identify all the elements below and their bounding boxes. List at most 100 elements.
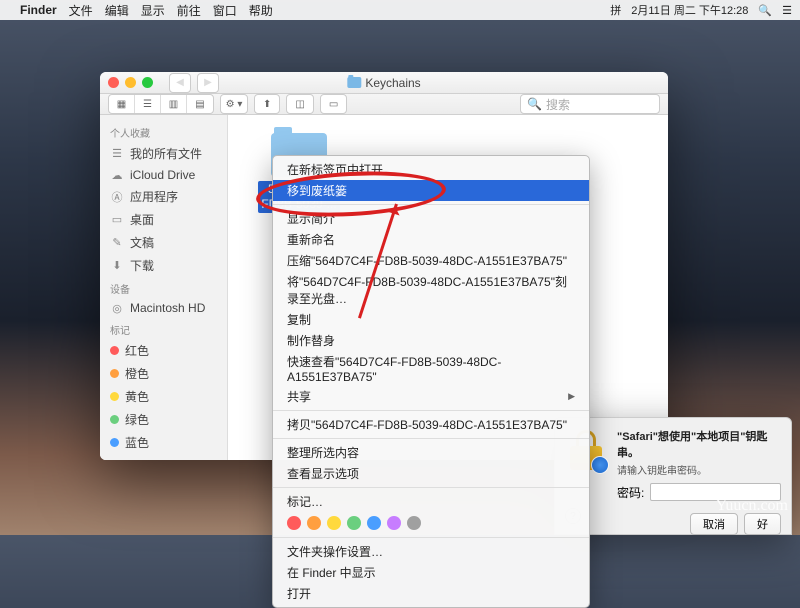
context-menu-item[interactable]: 查看显示选项 (273, 463, 589, 484)
keychain-title: "Safari"想使用"本地项目"钥匙串。 (617, 428, 781, 460)
sidebar-label: iCloud Drive (130, 168, 195, 182)
title-text: Keychains (365, 76, 420, 90)
sidebar-item[interactable]: ▭桌面 (100, 208, 227, 231)
sidebar-tag[interactable]: 黄色 (100, 385, 227, 408)
sidebar-icon: ☰ (110, 147, 124, 160)
close-button[interactable] (108, 77, 119, 88)
back-button[interactable]: ◀ (169, 73, 191, 93)
tag-color[interactable] (307, 516, 321, 530)
app-name[interactable]: Finder (20, 3, 57, 17)
menu-separator (273, 537, 589, 538)
search-input[interactable]: 🔍 搜索 (520, 94, 660, 114)
titlebar: ◀ ▶ Keychains (100, 72, 668, 94)
context-menu: 在新标签页中打开移到废纸篓显示简介重新命名压缩"564D7C4F-FD8B-50… (272, 155, 590, 608)
menu-separator (273, 410, 589, 411)
list-view[interactable]: ☰ (135, 95, 161, 113)
menu-help[interactable]: 帮助 (249, 2, 273, 19)
tags-button[interactable]: ▭ (320, 94, 347, 114)
forward-button[interactable]: ▶ (197, 73, 219, 93)
menu-item-label: 在 Finder 中显示 (287, 564, 376, 581)
icon-view[interactable]: ▦ (109, 95, 135, 113)
sidebar-icon: ☁ (110, 169, 124, 182)
arrange-button[interactable]: ⚙ ▾ (221, 95, 247, 113)
sidebar-tag[interactable]: 红色 (100, 339, 227, 362)
menu-item-label: 拷贝"564D7C4F-FD8B-5039-48DC-A1551E37BA75" (287, 416, 567, 433)
sidebar-item[interactable]: ◎ Macintosh HD (100, 298, 227, 318)
sidebar-label: 下载 (130, 257, 154, 274)
spotlight-icon[interactable]: 🔍 (758, 4, 772, 17)
menubar: Finder 文件 编辑 显示 前往 窗口 帮助 拼 2月11日 周二 下午12… (0, 0, 800, 20)
context-menu-item[interactable]: 标记… (273, 491, 589, 512)
context-menu-item[interactable]: 复制 (273, 309, 589, 330)
sidebar-label: 桌面 (130, 211, 154, 228)
sidebar-label: 应用程序 (130, 188, 178, 205)
arrange-group[interactable]: ⚙ ▾ (220, 94, 248, 114)
sidebar-item[interactable]: ✎文稿 (100, 231, 227, 254)
window-title: Keychains (347, 76, 420, 90)
sidebar: 个人收藏 ☰我的所有文件☁iCloud DriveⒶ应用程序▭桌面✎文稿⬇下载 … (100, 115, 228, 460)
menu-edit[interactable]: 编辑 (105, 2, 129, 19)
tag-color[interactable] (327, 516, 341, 530)
tag-color[interactable] (387, 516, 401, 530)
context-menu-item[interactable]: 制作替身 (273, 330, 589, 351)
menu-item-label: 将"564D7C4F-FD8B-5039-48DC-A1551E37BA75"刻… (287, 273, 575, 307)
devices-header: 设备 (100, 277, 227, 298)
context-menu-item[interactable]: 快速查看"564D7C4F-FD8B-5039-48DC-A1551E37BA7… (273, 351, 589, 386)
sidebar-icon: Ⓐ (110, 189, 124, 205)
gallery-view[interactable]: ▤ (187, 95, 213, 113)
tag-color[interactable] (287, 516, 301, 530)
menu-go[interactable]: 前往 (177, 2, 201, 19)
view-switcher[interactable]: ▦ ☰ ▥ ▤ (108, 94, 214, 114)
favorites-header: 个人收藏 (100, 121, 227, 142)
sidebar-item[interactable]: Ⓐ 应用程序 (100, 185, 227, 208)
context-menu-item[interactable]: 打开 (273, 583, 589, 604)
search-icon: 🔍 (527, 97, 542, 111)
context-menu-item[interactable]: 在 Finder 中显示 (273, 562, 589, 583)
sidebar-tag[interactable]: 橙色 (100, 362, 227, 385)
action-button[interactable]: ⬆ (254, 94, 280, 114)
tag-label: 黄色 (125, 388, 149, 405)
input-method-icon[interactable]: 拼 (610, 2, 621, 18)
tag-label: 红色 (125, 342, 149, 359)
menu-item-label: 制作替身 (287, 332, 335, 349)
context-menu-item[interactable]: 共享▶ (273, 386, 589, 407)
menu-item-label: 查看显示选项 (287, 465, 359, 482)
context-menu-item[interactable]: 拷贝"564D7C4F-FD8B-5039-48DC-A1551E37BA75" (273, 414, 589, 435)
menu-item-label: 文件夹操作设置… (287, 543, 383, 560)
disk-icon: ◎ (110, 302, 124, 315)
sidebar-item[interactable]: ☁ iCloud Drive (100, 165, 227, 185)
sidebar-label: 文稿 (130, 234, 154, 251)
share-button[interactable]: ◫ (286, 94, 313, 114)
ok-button[interactable]: 好 (744, 513, 781, 535)
sidebar-label: Macintosh HD (130, 301, 205, 315)
context-menu-item[interactable]: 将"564D7C4F-FD8B-5039-48DC-A1551E37BA75"刻… (273, 271, 589, 309)
tag-color[interactable] (407, 516, 421, 530)
sidebar-item[interactable]: ⬇下载 (100, 254, 227, 277)
menu-icon[interactable]: ☰ (782, 4, 792, 17)
context-menu-item[interactable]: 重新命名 (273, 229, 589, 250)
keychain-subtitle: 请输入钥匙串密码。 (617, 462, 781, 477)
zoom-button[interactable] (142, 77, 153, 88)
menu-file[interactable]: 文件 (69, 2, 93, 19)
menu-separator (273, 438, 589, 439)
tag-color[interactable] (347, 516, 361, 530)
tag-dot-icon (110, 392, 119, 401)
context-menu-item[interactable]: 文件夹操作设置… (273, 541, 589, 562)
menu-view[interactable]: 显示 (141, 2, 165, 19)
sidebar-tag[interactable]: 绿色 (100, 408, 227, 431)
context-menu-item[interactable]: 整理所选内容 (273, 442, 589, 463)
menu-window[interactable]: 窗口 (213, 2, 237, 19)
traffic-lights (108, 77, 153, 88)
tag-color[interactable] (367, 516, 381, 530)
menu-item-label: 压缩"564D7C4F-FD8B-5039-48DC-A1551E37BA75" (287, 252, 567, 269)
datetime[interactable]: 2月11日 周二 下午12:28 (631, 2, 748, 18)
menu-separator (273, 487, 589, 488)
menu-item-label: 重新命名 (287, 231, 335, 248)
cancel-button[interactable]: 取消 (690, 513, 738, 535)
sidebar-tag[interactable]: 蓝色 (100, 431, 227, 454)
sidebar-item[interactable]: ☰我的所有文件 (100, 142, 227, 165)
column-view[interactable]: ▥ (161, 95, 187, 113)
context-menu-item[interactable]: 压缩"564D7C4F-FD8B-5039-48DC-A1551E37BA75" (273, 250, 589, 271)
minimize-button[interactable] (125, 77, 136, 88)
tag-picker (273, 512, 589, 534)
